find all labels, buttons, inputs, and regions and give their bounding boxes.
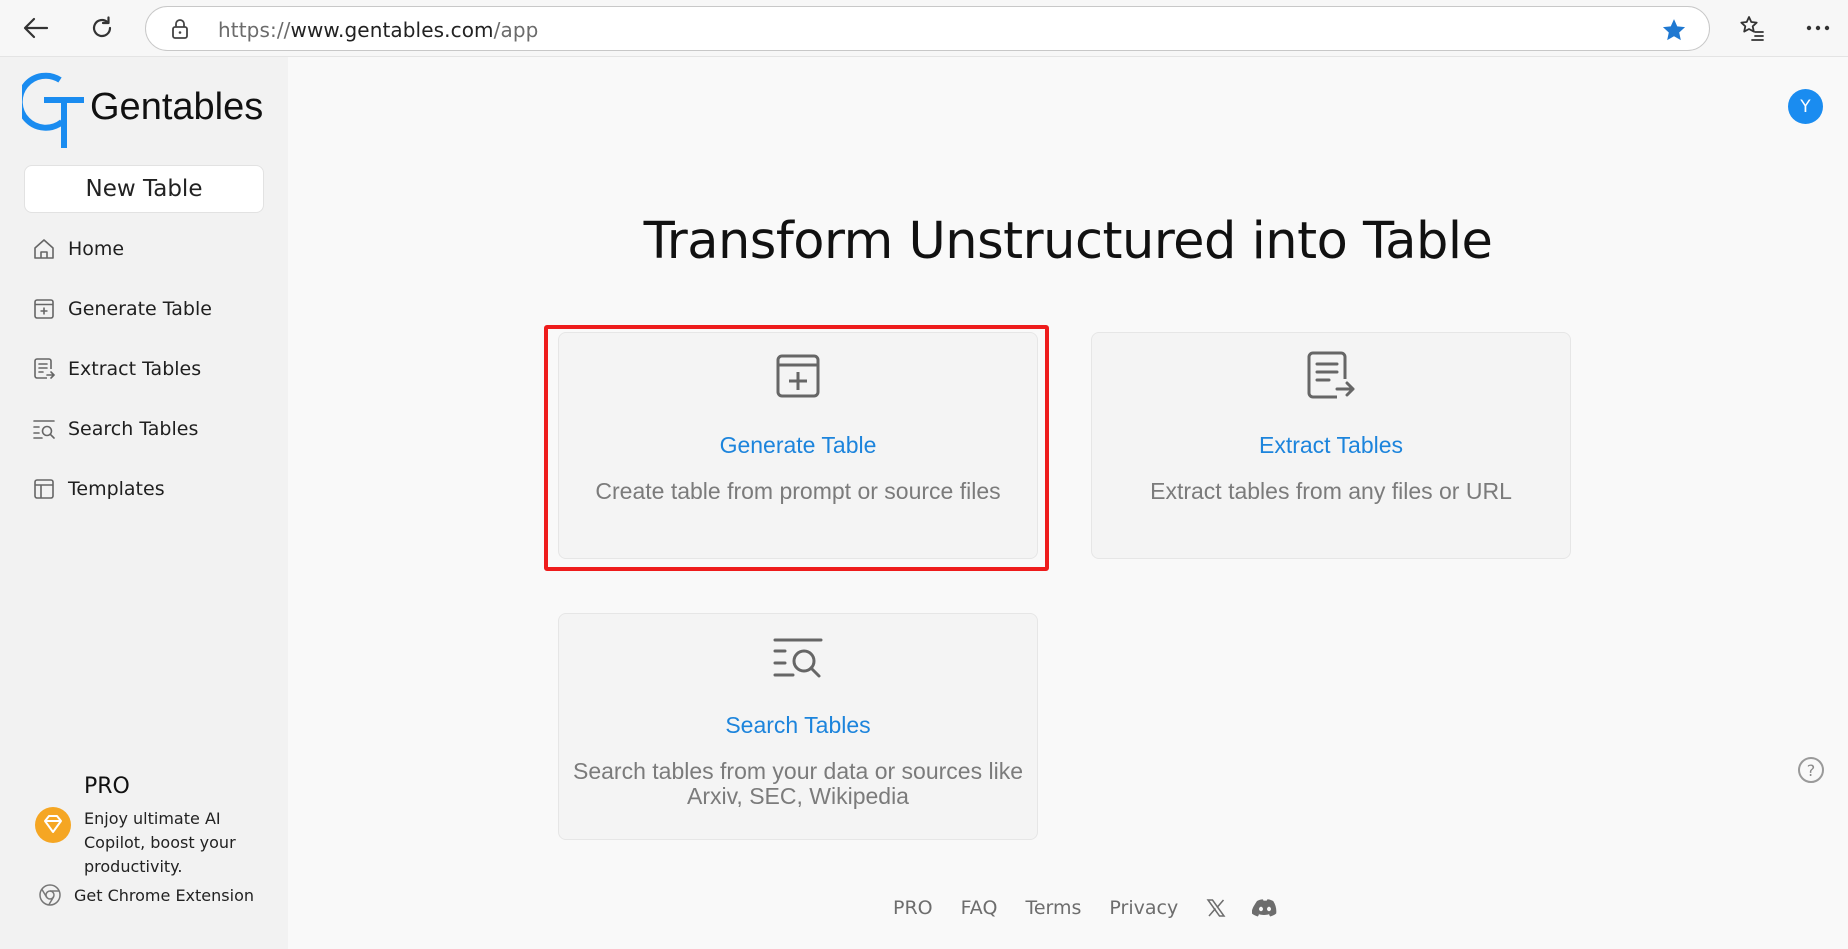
pro-title: PRO [84,774,130,799]
reload-icon [92,16,112,38]
sidebar-item-label: Search Tables [68,418,199,440]
gentables-logo-icon [22,72,84,148]
browser-toolbar: https://www.gentables.com/app [0,0,1848,57]
reload-button[interactable] [84,10,120,46]
pro-description: Enjoy ultimate AI Copilot, boost your pr… [84,809,236,876]
chrome-extension-label: Get Chrome Extension [74,885,254,905]
url-scheme: https:// [218,18,291,42]
lock-icon [172,19,188,39]
address-bar[interactable]: https://www.gentables.com/app [145,6,1710,51]
url-path: /app [493,18,539,42]
sidebar-item-label: Home [68,238,125,260]
card-title: Extract Tables [1258,432,1404,458]
sidebar-item-search-tables[interactable]: Search Tables [24,407,264,451]
card-description: Search tables from your data or sources … [573,758,1023,809]
url-host: www.gentables.com [290,18,494,42]
table-plus-icon [20,298,68,320]
sidebar-item-generate-table[interactable]: Generate Table [24,287,264,331]
sidebar: Gentables New Table Home Generate Table … [0,57,288,949]
new-table-button[interactable]: New Table [24,165,264,213]
footer-link-pro[interactable]: PRO [893,897,933,919]
x-icon[interactable] [1206,898,1226,918]
layout-icon [20,478,68,500]
logo[interactable]: Gentables [22,70,272,150]
sidebar-item-templates[interactable]: Templates [24,467,264,511]
table-plus-icon [559,353,1037,399]
list-search-icon [20,418,68,440]
user-avatar[interactable]: Y [1788,89,1823,124]
sidebar-item-label: Extract Tables [68,358,202,380]
pro-diamond-icon [35,807,71,843]
get-chrome-extension-link[interactable]: Get Chrome Extension [38,881,254,909]
card-title: Generate Table [719,432,877,458]
list-search-icon [559,636,1037,680]
back-arrow-icon [23,17,49,39]
sidebar-item-home[interactable]: Home [24,227,264,271]
card-title: Search Tables [725,712,871,738]
document-arrow-icon [20,357,68,381]
extract-tables-card[interactable]: Extract Tables Extract tables from any f… [1091,332,1571,559]
logo-text: Gentables [90,86,264,128]
back-button[interactable] [18,10,54,46]
footer-link-faq[interactable]: FAQ [961,897,998,919]
search-tables-card[interactable]: Search Tables Search tables from your da… [558,613,1038,840]
url-text: https://www.gentables.com/app [218,18,538,42]
generate-table-card[interactable]: Generate Table Create table from prompt … [558,332,1038,559]
page-title: Transform Unstructured into Table [643,212,1493,271]
pro-promo[interactable]: PRO Enjoy ultimate AI Copilot, boost you… [30,774,260,884]
favorites-button[interactable] [1734,10,1770,46]
help-button[interactable]: ? [1798,757,1824,783]
sidebar-item-label: Templates [68,478,165,500]
favorites-list-icon [1740,16,1764,41]
home-icon [20,237,68,261]
document-arrow-icon [1092,351,1570,401]
card-description: Create table from prompt or source files [595,478,1001,504]
question-icon: ? [1806,760,1816,780]
card-description: Extract tables from any files or URL [1150,478,1512,504]
sidebar-item-extract-tables[interactable]: Extract Tables [24,347,264,391]
chrome-icon [39,884,61,906]
footer: PRO FAQ Terms Privacy [893,893,1278,923]
footer-link-terms[interactable]: Terms [1025,897,1081,919]
footer-link-privacy[interactable]: Privacy [1109,897,1178,919]
more-menu-button[interactable] [1800,10,1836,46]
discord-icon[interactable] [1252,898,1278,918]
sidebar-item-label: Generate Table [68,298,212,320]
favorite-star-icon[interactable] [1661,17,1687,43]
more-dots-icon [1806,25,1830,31]
